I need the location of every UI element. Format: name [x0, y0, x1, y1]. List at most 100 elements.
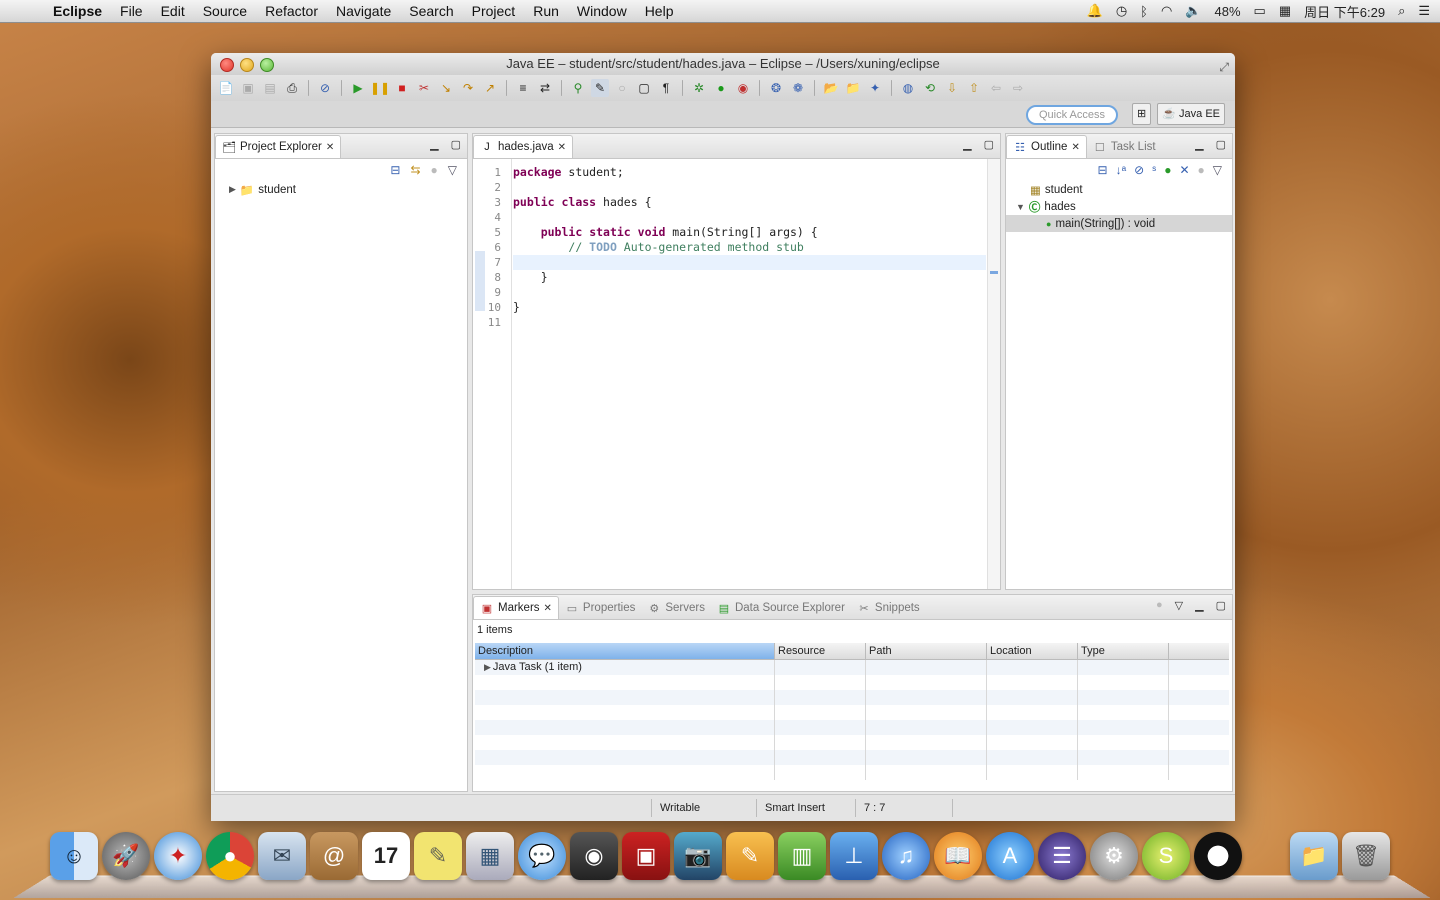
minimize-icon[interactable]: ▁ — [1195, 599, 1203, 612]
filter-icon[interactable]: ● — [431, 163, 438, 177]
task-marker[interactable] — [990, 271, 998, 274]
notification-bell-icon[interactable]: 🔔 — [1087, 3, 1103, 19]
finder-icon[interactable]: ☺ — [50, 832, 98, 880]
collapse-all-icon[interactable]: ⊟ — [1098, 163, 1108, 177]
menu-edit[interactable]: Edit — [152, 3, 194, 19]
ibooks-icon[interactable]: 📖 — [934, 832, 982, 880]
quick-access-input[interactable]: Quick Access — [1026, 105, 1118, 125]
menu-app-name[interactable]: Eclipse — [44, 3, 111, 19]
trash-icon[interactable]: 🗑 — [1342, 832, 1390, 880]
forward-icon[interactable]: ⇨ — [1009, 79, 1027, 97]
menu-project[interactable]: Project — [463, 3, 525, 19]
hide-nonpublic-icon[interactable]: ● — [1164, 163, 1171, 177]
numbers-icon[interactable]: ▥ — [778, 832, 826, 880]
chrome-icon[interactable]: ● — [206, 832, 254, 880]
notification-center-icon[interactable]: ☰ — [1418, 3, 1430, 19]
outline-item-class[interactable]: ▼ Ⓒ hades — [1006, 198, 1232, 215]
clock[interactable]: 周日 下午6:29 — [1304, 2, 1385, 21]
expand-arrow-icon[interactable]: ▼ — [1016, 202, 1025, 212]
suspend-icon[interactable]: ❚❚ — [370, 79, 390, 97]
new-java-class-icon[interactable]: ❁ — [789, 79, 807, 97]
maximize-icon[interactable]: ▢ — [451, 138, 461, 151]
keynote-icon[interactable]: ⊥ — [830, 832, 878, 880]
outline-item-package[interactable]: ▦ student — [1006, 181, 1232, 198]
wifi-icon[interactable]: ◠ — [1161, 3, 1172, 19]
table-row[interactable]: ▶ Java Task (1 item) — [475, 660, 1229, 675]
open-perspective-button[interactable]: ⊞ — [1132, 103, 1152, 125]
column-type[interactable]: Type — [1078, 643, 1169, 659]
photo-booth-icon[interactable]: ▣ — [622, 832, 670, 880]
tab-hades-java[interactable]: J hades.java ✕ — [473, 135, 574, 158]
new-icon[interactable]: 📄 — [217, 79, 235, 97]
menu-search[interactable]: Search — [400, 3, 462, 19]
minimize-icon[interactable]: ▁ — [430, 138, 438, 151]
back-icon[interactable]: ⇦ — [987, 79, 1005, 97]
view-menu-icon[interactable]: ▽ — [1175, 599, 1183, 612]
hide-static-icon[interactable]: ˢ — [1152, 163, 1156, 177]
hide-fields-icon[interactable]: ⊘ — [1134, 163, 1144, 177]
tab-data-source-explorer[interactable]: ▤ Data Source Explorer — [711, 597, 851, 619]
menu-window[interactable]: Window — [568, 3, 636, 19]
contacts-icon[interactable]: @ — [310, 832, 358, 880]
save-all-icon[interactable]: ▤ — [261, 79, 279, 97]
toggle-mark-occurrences-icon[interactable]: ✎ — [591, 79, 609, 97]
stickies-icon[interactable]: ✎ — [414, 832, 462, 880]
previous-annotation-icon[interactable]: ⇧ — [965, 79, 983, 97]
globe-icon[interactable]: ◍ — [899, 79, 917, 97]
resume-icon[interactable]: ▶ — [349, 79, 367, 97]
menu-navigate[interactable]: Navigate — [327, 3, 400, 19]
menu-source[interactable]: Source — [194, 3, 256, 19]
tab-outline[interactable]: ☷ Outline ✕ — [1006, 135, 1087, 158]
column-resource[interactable]: Resource — [775, 643, 866, 659]
launchpad-icon[interactable]: 🚀 — [102, 832, 150, 880]
open-type-icon[interactable]: ⚲ — [569, 79, 587, 97]
tab-properties[interactable]: ▭ Properties — [559, 597, 641, 619]
java-ee-perspective-button[interactable]: ☕ Java EE — [1157, 103, 1225, 125]
qq-icon[interactable]: ◕ — [1194, 832, 1242, 880]
bluetooth-icon[interactable]: ᛒ — [1140, 4, 1148, 19]
close-tab-icon[interactable]: ✕ — [1071, 142, 1079, 153]
downloads-folder-icon[interactable]: 📁 — [1290, 832, 1338, 880]
focus-icon[interactable]: ● — [1198, 163, 1205, 177]
calendar-icon[interactable]: 17 — [362, 832, 410, 880]
close-tab-icon[interactable]: ✕ — [326, 142, 334, 153]
evernote-icon[interactable]: S — [1142, 832, 1190, 880]
tab-markers[interactable]: ▣ Markers ✕ — [473, 596, 559, 619]
debug-icon[interactable]: ✲ — [690, 79, 708, 97]
pages-icon[interactable]: ✎ — [726, 832, 774, 880]
menu-file[interactable]: File — [111, 3, 152, 19]
tab-snippets[interactable]: ✂ Snippets — [851, 597, 926, 619]
overview-ruler[interactable] — [987, 159, 1000, 589]
sort-icon[interactable]: ↓ᵃ — [1116, 163, 1126, 177]
iphoto-icon[interactable]: 📷 — [674, 832, 722, 880]
facetime-icon[interactable]: ◉ — [570, 832, 618, 880]
column-location[interactable]: Location — [987, 643, 1078, 659]
code-editor[interactable]: package student; public class hades { pu… — [513, 165, 986, 315]
minimize-icon[interactable]: ▁ — [1195, 138, 1203, 151]
system-preferences-icon[interactable]: ⚙ — [1090, 832, 1138, 880]
print-icon[interactable]: ⎙ — [283, 79, 301, 97]
zoom-window-button[interactable] — [260, 58, 274, 72]
open-folder-2-icon[interactable]: 📁 — [844, 79, 862, 97]
next-annotation-icon[interactable]: ⇩ — [943, 79, 961, 97]
tab-task-list[interactable]: ☐ Task List — [1087, 136, 1162, 158]
fullscreen-icon[interactable]: ⤢ — [1219, 56, 1229, 78]
view-menu-icon[interactable]: ▽ — [1213, 163, 1222, 177]
hide-local-types-icon[interactable]: ✕ — [1179, 163, 1189, 177]
itunes-icon[interactable]: ♫ — [882, 832, 930, 880]
web-browser-icon[interactable]: ✦ — [866, 79, 884, 97]
block-selection-icon[interactable]: ▢ — [635, 79, 653, 97]
expand-arrow-icon[interactable]: ▶ — [478, 662, 493, 672]
minimize-icon[interactable]: ▁ — [963, 138, 971, 151]
battery-icon[interactable]: ▭ — [1254, 3, 1266, 19]
terminate-icon[interactable]: ■ — [393, 79, 411, 97]
maximize-icon[interactable]: ▢ — [984, 138, 994, 151]
preview-icon[interactable]: ▦ — [466, 832, 514, 880]
drop-to-frame-icon[interactable]: ⇄ — [536, 79, 554, 97]
tab-project-explorer[interactable]: 🗂 Project Explorer ✕ — [215, 135, 342, 158]
tree-item-student[interactable]: ▶ 📁 student — [215, 181, 467, 198]
volume-icon[interactable]: 🔈 — [1185, 3, 1201, 19]
step-into-icon[interactable]: ↘ — [437, 79, 455, 97]
input-method-icon[interactable]: ▦ — [1279, 3, 1291, 19]
menu-refactor[interactable]: Refactor — [256, 3, 327, 19]
